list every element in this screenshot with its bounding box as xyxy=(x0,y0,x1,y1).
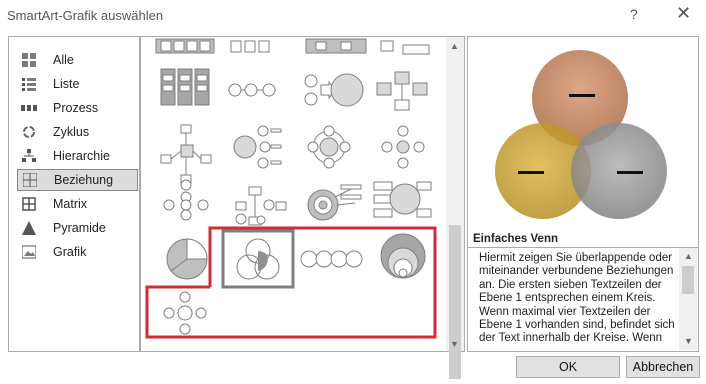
category-process[interactable]: Prozess xyxy=(17,97,138,119)
scroll-up-icon[interactable]: ▲ xyxy=(450,41,459,51)
preview-panel: Einfaches Venn Hiermit zeigen Sie überla… xyxy=(467,36,699,352)
layout-thumb[interactable] xyxy=(160,124,212,184)
preview-description: Hiermit zeigen Sie überlappende oder mit… xyxy=(479,252,675,345)
category-label: Liste xyxy=(53,77,80,91)
ok-button[interactable]: OK xyxy=(516,356,620,378)
cycle-icon xyxy=(20,124,38,140)
category-label: Zyklus xyxy=(53,125,90,139)
category-label: Pyramide xyxy=(53,221,106,235)
scroll-up-icon[interactable]: ▲ xyxy=(684,251,693,261)
category-label: Alle xyxy=(53,53,74,67)
all-icon xyxy=(20,52,38,68)
scroll-down-icon[interactable]: ▼ xyxy=(450,339,459,349)
gallery-scrollbar[interactable]: ▲ ▼ xyxy=(446,37,464,379)
layout-gallery xyxy=(140,36,465,352)
category-label: Beziehung xyxy=(54,173,114,187)
layout-thumb[interactable] xyxy=(376,71,428,111)
pyramid-icon xyxy=(20,220,38,236)
layout-thumb[interactable] xyxy=(373,181,432,218)
category-pyramid[interactable]: Pyramide xyxy=(17,217,138,239)
window-title: SmartArt-Grafik auswählen xyxy=(7,8,164,23)
layout-thumb[interactable] xyxy=(155,38,215,54)
layout-thumb[interactable] xyxy=(163,179,209,221)
layout-thumb[interactable] xyxy=(235,186,287,226)
layout-thumb[interactable] xyxy=(300,250,363,268)
layout-thumb[interactable] xyxy=(381,125,425,169)
layout-thumb[interactable] xyxy=(230,40,270,53)
description-scrollbar[interactable]: ▲ ▼ xyxy=(679,248,697,350)
matrix-icon xyxy=(20,196,38,212)
scroll-down-icon[interactable]: ▼ xyxy=(684,336,693,346)
category-list-item[interactable]: Liste xyxy=(17,73,138,95)
scroll-thumb[interactable] xyxy=(449,225,461,379)
description-box: Hiermit zeigen Sie überlappende oder mit… xyxy=(468,247,698,351)
layout-thumb-basic-venn[interactable] xyxy=(221,229,295,289)
category-label: Matrix xyxy=(53,197,88,211)
category-all[interactable]: Alle xyxy=(17,49,138,71)
category-list: Alle Liste Prozess Zyklus Hierarchie Bez… xyxy=(8,36,140,352)
category-label: Grafik xyxy=(53,245,87,259)
layout-thumb[interactable] xyxy=(163,291,207,335)
layout-thumb[interactable] xyxy=(304,73,364,107)
category-label: Hierarchie xyxy=(53,149,110,163)
scroll-thumb[interactable] xyxy=(682,266,694,294)
category-cycle[interactable]: Zyklus xyxy=(17,121,138,143)
layout-thumbnails xyxy=(155,38,432,335)
category-label: Prozess xyxy=(53,101,99,115)
category-matrix[interactable]: Matrix xyxy=(17,193,138,215)
list-icon xyxy=(20,76,38,92)
cancel-button[interactable]: Abbrechen xyxy=(626,356,700,378)
process-icon xyxy=(20,100,38,116)
layout-thumb[interactable] xyxy=(166,238,208,280)
layout-thumb[interactable] xyxy=(307,184,362,221)
picture-icon xyxy=(20,244,38,260)
venn-preview xyxy=(495,50,667,219)
layout-thumb[interactable] xyxy=(233,125,282,169)
layout-thumb[interactable] xyxy=(380,40,430,55)
hierarchy-icon xyxy=(20,148,38,164)
preview-title: Einfaches Venn xyxy=(473,233,559,245)
layout-thumb[interactable] xyxy=(305,38,367,54)
layout-thumb[interactable] xyxy=(380,233,426,279)
layout-thumb[interactable] xyxy=(160,68,210,106)
relationship-icon xyxy=(21,172,39,188)
category-hierarchy[interactable]: Hierarchie xyxy=(17,145,138,167)
category-relationship[interactable]: Beziehung xyxy=(17,169,138,191)
layout-thumb[interactable] xyxy=(228,83,276,97)
help-icon[interactable]: ? xyxy=(630,6,638,22)
close-icon[interactable]: ✕ xyxy=(676,3,691,24)
title-bar: SmartArt-Grafik auswählen ? ✕ xyxy=(0,0,706,32)
category-picture[interactable]: Grafik xyxy=(17,241,138,263)
layout-thumb[interactable] xyxy=(307,125,351,169)
